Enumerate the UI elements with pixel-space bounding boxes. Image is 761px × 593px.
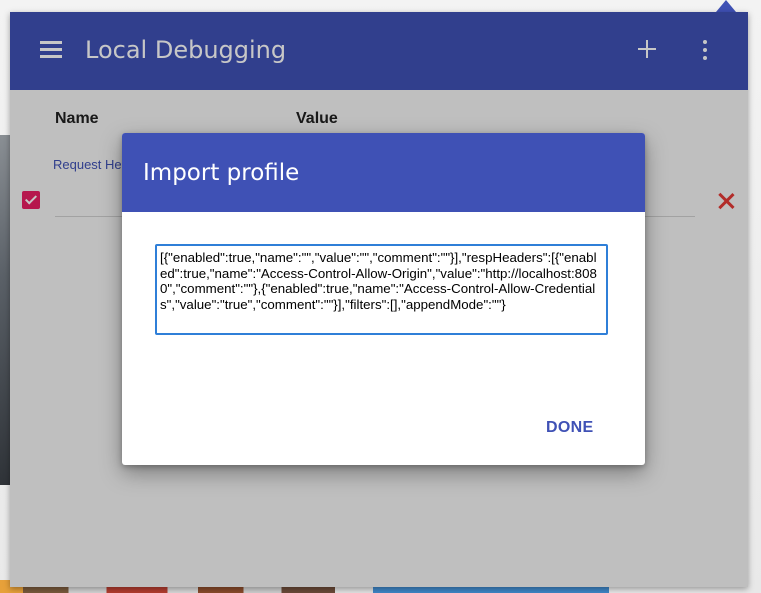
profile-json-textarea[interactable]: [{"enabled":true,"name":"","value":"","c… [155, 244, 608, 335]
import-profile-dialog: Import profile [{"enabled":true,"name":"… [122, 133, 645, 465]
popup-caret [716, 0, 736, 12]
done-button[interactable]: DONE [546, 419, 593, 437]
dialog-title: Import profile [143, 160, 300, 186]
dialog-header: Import profile [122, 133, 645, 212]
